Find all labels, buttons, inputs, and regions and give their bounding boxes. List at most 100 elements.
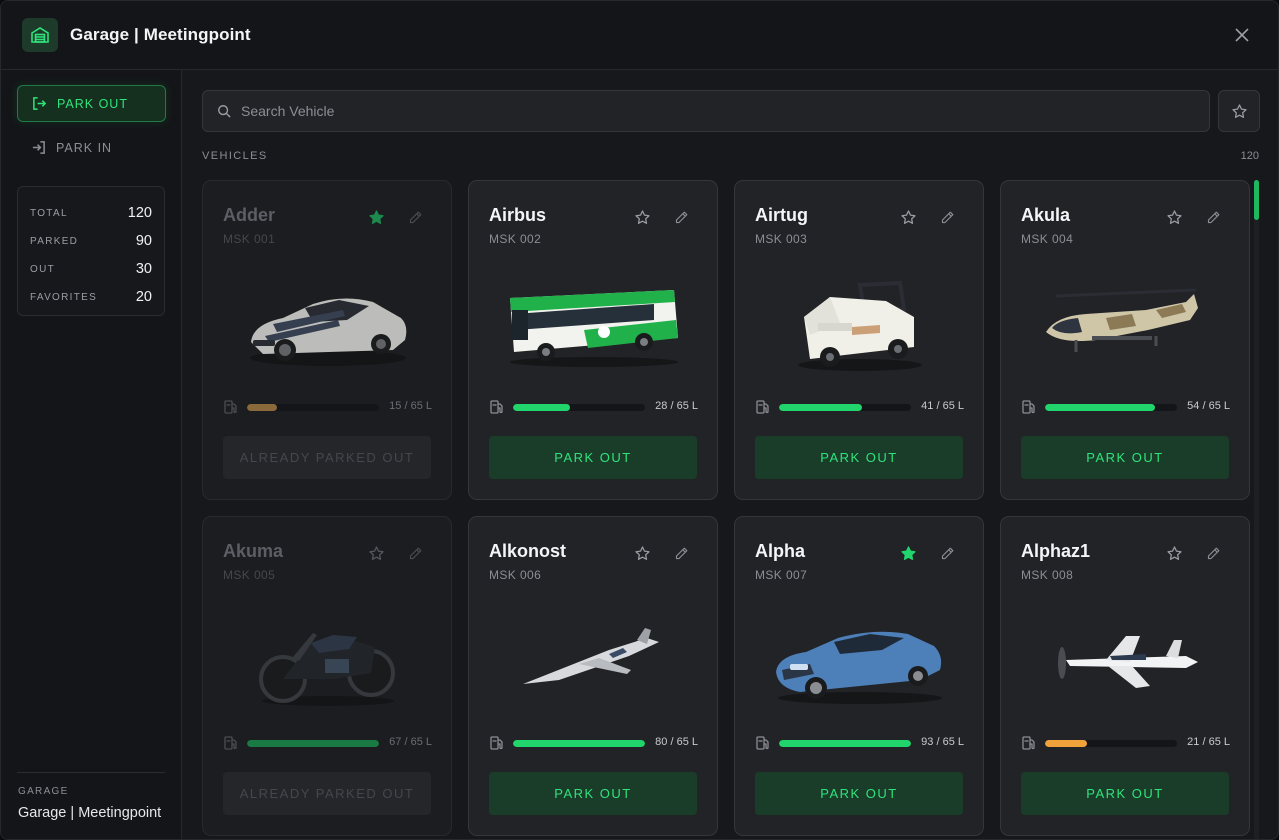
section-count: 120: [1240, 150, 1259, 162]
pencil-icon: [941, 547, 953, 559]
close-icon: [1235, 28, 1249, 42]
main-content: VEHICLES 120 Adder MSK 001 15 / 65 L ALR…: [182, 70, 1278, 839]
park-out-button[interactable]: PARK OUT: [1021, 772, 1229, 815]
edit-button[interactable]: [1203, 207, 1223, 227]
favorite-button[interactable]: [632, 543, 652, 563]
enter-icon: [32, 141, 45, 154]
divider: [17, 772, 165, 773]
edit-button[interactable]: [1203, 543, 1223, 563]
fuel-text: 67 / 65 L: [389, 736, 432, 748]
vehicle-card-akuma: Akuma MSK 005 67 / 65 L ALREADY PARKED O…: [202, 516, 452, 836]
already-parked-out-button: ALREADY PARKED OUT: [223, 772, 431, 815]
pencil-icon: [941, 211, 953, 223]
stat-value: 20: [135, 289, 152, 305]
stat-label: OUT: [30, 263, 56, 275]
star-outline-icon: [634, 209, 650, 224]
jet-image: [489, 603, 699, 719]
stat-label: TOTAL: [30, 207, 68, 219]
edit-button[interactable]: [937, 207, 957, 227]
favorite-button[interactable]: [1164, 207, 1184, 227]
star-outline-icon: [900, 209, 916, 224]
vehicle-name: Airbus: [489, 205, 547, 225]
park-out-button[interactable]: PARK OUT: [755, 436, 963, 479]
edit-button[interactable]: [937, 543, 957, 563]
favorite-button[interactable]: [366, 543, 386, 563]
edit-button[interactable]: [671, 207, 691, 227]
search-input[interactable]: [241, 103, 1141, 119]
vehicle-name: Alphaz1: [1021, 541, 1091, 561]
favorites-filter-button[interactable]: [1218, 90, 1260, 132]
fuel-bar: [513, 404, 645, 411]
vehicle-name: Alkonost: [489, 541, 567, 561]
section-label: VEHICLES: [202, 150, 268, 162]
stat-total: TOTAL 120: [30, 199, 152, 227]
fuel-bar-fill: [247, 740, 379, 747]
park-out-nav-button[interactable]: PARK OUT: [17, 85, 166, 122]
park-in-nav-label: PARK IN: [56, 140, 113, 155]
fuel-pump-icon: [490, 400, 503, 414]
vehicle-plate: MSK 005: [223, 568, 276, 582]
helicopter-image: [1021, 267, 1231, 383]
search-box[interactable]: [202, 90, 1210, 132]
fuel-bar: [779, 404, 911, 411]
fuel-pump-icon: [224, 400, 237, 414]
fuel-text: 28 / 65 L: [655, 400, 698, 412]
fuel-bar: [513, 740, 645, 747]
pencil-icon: [1207, 547, 1219, 559]
vehicle-card-alphaz1: Alphaz1 MSK 008 21 / 65 L PARK OUT: [1000, 516, 1250, 836]
vehicle-grid: Adder MSK 001 15 / 65 L ALREADY PARKED O…: [202, 180, 1250, 836]
fuel-pump-icon: [224, 736, 237, 750]
favorite-button[interactable]: [366, 207, 386, 227]
scrollbar[interactable]: [1254, 180, 1259, 839]
fuel-pump-icon: [490, 736, 503, 750]
vehicle-plate: MSK 007: [755, 568, 808, 582]
fuel-bar-fill: [1045, 404, 1155, 411]
favorite-button[interactable]: [898, 207, 918, 227]
park-out-button[interactable]: PARK OUT: [1021, 436, 1229, 479]
stat-favorites: FAVORITES 20: [30, 283, 152, 311]
park-out-button[interactable]: PARK OUT: [489, 436, 697, 479]
vehicle-plate: MSK 008: [1021, 568, 1074, 582]
fuel-text: 21 / 65 L: [1187, 736, 1230, 748]
title-bar: Garage | Meetingpoint: [1, 1, 1278, 70]
fuel-bar: [779, 740, 911, 747]
vehicle-plate: MSK 001: [223, 232, 276, 246]
vehicle-name: Alpha: [755, 541, 806, 561]
stat-parked: PARKED 90: [30, 227, 152, 255]
star-outline-icon: [634, 545, 650, 560]
stat-out: OUT 30: [30, 255, 152, 283]
favorite-button[interactable]: [1164, 543, 1184, 563]
edit-button[interactable]: [671, 543, 691, 563]
vehicle-card-airtug: Airtug MSK 003 41 / 65 L PARK OUT: [734, 180, 984, 500]
fuel-bar-fill: [247, 404, 278, 411]
already-parked-out-button: ALREADY PARKED OUT: [223, 436, 431, 479]
vehicle-plate: MSK 003: [755, 232, 808, 246]
vehicle-card-alpha: Alpha MSK 007 93 / 65 L PARK OUT: [734, 516, 984, 836]
fuel-pump-icon: [1022, 400, 1035, 414]
garage-icon: [22, 18, 58, 52]
fuel-bar-fill: [1045, 740, 1088, 747]
fuel-text: 80 / 65 L: [655, 736, 698, 748]
vehicle-name: Airtug: [755, 205, 808, 225]
favorite-button[interactable]: [898, 543, 918, 563]
close-button[interactable]: [1232, 25, 1252, 45]
fuel-bar: [1045, 740, 1177, 747]
park-out-button[interactable]: PARK OUT: [755, 772, 963, 815]
exit-icon: [33, 97, 47, 110]
edit-button[interactable]: [405, 543, 425, 563]
park-out-nav-label: PARK OUT: [57, 96, 128, 111]
pencil-icon: [675, 211, 687, 223]
supercar-image: [223, 267, 433, 383]
park-out-button[interactable]: PARK OUT: [489, 772, 697, 815]
star-filled-icon: [368, 209, 384, 224]
star-outline-icon: [1166, 209, 1182, 224]
propplane-image: [1021, 603, 1231, 719]
pencil-icon: [675, 547, 687, 559]
fuel-pump-icon: [756, 400, 769, 414]
park-in-nav-button[interactable]: PARK IN: [17, 129, 166, 166]
fuel-bar: [247, 740, 379, 747]
favorite-button[interactable]: [632, 207, 652, 227]
scrollbar-thumb[interactable]: [1254, 180, 1259, 220]
vehicle-card-airbus: Airbus MSK 002 28 / 65 L PARK OUT: [468, 180, 718, 500]
edit-button[interactable]: [405, 207, 425, 227]
